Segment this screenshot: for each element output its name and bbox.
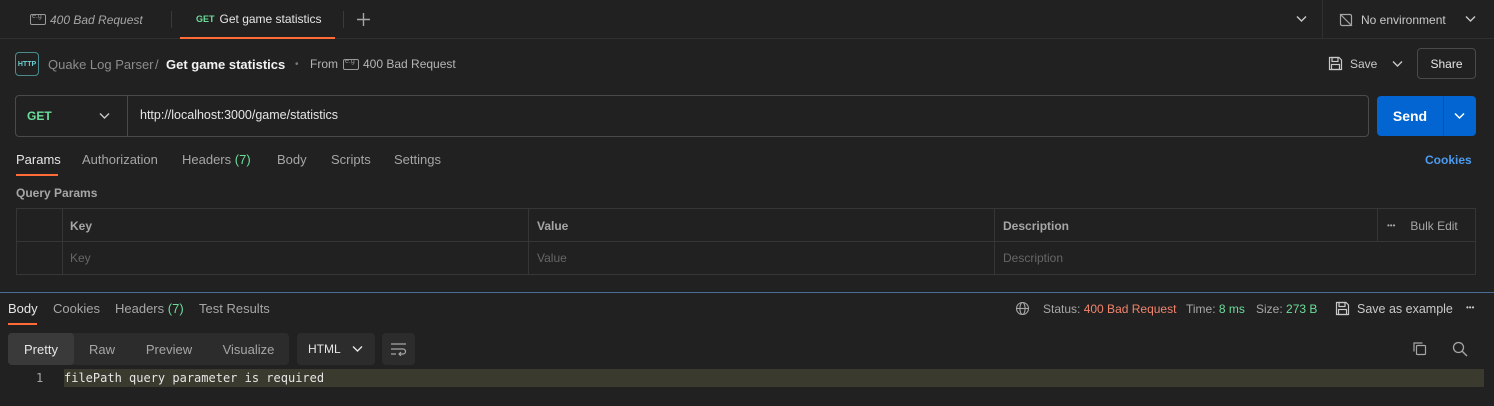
- save-icon: [1328, 56, 1343, 71]
- save-options-chevron-icon[interactable]: [1392, 60, 1403, 68]
- view-mode-preview[interactable]: Preview: [130, 333, 208, 365]
- tab-get-game-statistics[interactable]: GET Get game statistics: [180, 0, 335, 39]
- new-tab-plus-icon[interactable]: [356, 12, 371, 27]
- url-input[interactable]: http://localhost:3000/game/statistics: [140, 108, 338, 122]
- method-label: GET: [27, 109, 52, 123]
- environment-label: No environment: [1361, 12, 1446, 27]
- response-divider[interactable]: [0, 292, 1494, 293]
- url-bar: GET http://localhost:3000/game/statistic…: [15, 95, 1369, 137]
- column-header-description: Description: [1003, 218, 1070, 233]
- save-as-example-label: Save as example: [1357, 301, 1453, 316]
- size-label: Size:: [1256, 302, 1283, 316]
- response-more-options-icon[interactable]: •••: [1466, 303, 1474, 312]
- send-options-chevron-icon[interactable]: [1454, 112, 1465, 120]
- response-status[interactable]: Status: 400 Bad Request: [1043, 302, 1176, 316]
- active-tab-indicator: [16, 174, 58, 176]
- tab-params[interactable]: Params: [16, 152, 61, 167]
- chevron-down-icon: [99, 112, 110, 120]
- query-params-title: Query Params: [16, 186, 98, 200]
- example-icon: [343, 58, 359, 70]
- tab-headers[interactable]: Headers (7): [182, 152, 251, 167]
- save-label: Save: [1350, 56, 1378, 71]
- tabs-dropdown-chevron-icon[interactable]: [1296, 15, 1307, 23]
- tab-settings[interactable]: Settings: [394, 152, 441, 167]
- response-tab-cookies[interactable]: Cookies: [53, 301, 100, 316]
- response-time[interactable]: Time: 8 ms: [1186, 302, 1245, 316]
- more-options-icon[interactable]: •••: [1387, 221, 1395, 230]
- wrap-lines-icon: [390, 342, 407, 356]
- line-number: 1: [36, 371, 44, 385]
- search-icon[interactable]: [1452, 341, 1468, 357]
- time-value: 8 ms: [1218, 302, 1245, 316]
- view-mode-pretty[interactable]: Pretty: [8, 333, 74, 365]
- column-header-key: Key: [70, 218, 93, 233]
- tab-authorization[interactable]: Authorization: [82, 152, 158, 167]
- chevron-down-icon: [352, 345, 363, 353]
- example-icon: [30, 13, 46, 25]
- time-label: Time:: [1186, 302, 1216, 316]
- tab-body[interactable]: Body: [277, 152, 307, 167]
- wrap-lines-button[interactable]: [382, 333, 415, 365]
- method-select[interactable]: GET: [16, 96, 128, 136]
- http-request-icon: HTTP: [15, 52, 39, 76]
- chevron-down-icon: [1465, 15, 1476, 23]
- row-divider: [17, 241, 1475, 242]
- send-divider: [1443, 96, 1444, 136]
- response-headers-count: (7): [167, 301, 184, 316]
- tab-divider: [343, 11, 344, 28]
- tab-method: GET: [196, 13, 215, 24]
- breadcrumb-dot: •: [295, 58, 299, 70]
- tab-label: Get game statistics: [219, 11, 322, 26]
- size-value: 273 B: [1286, 302, 1318, 316]
- send-button-group: Send: [1377, 96, 1476, 136]
- response-body-text[interactable]: filePath query parameter is required: [64, 371, 324, 385]
- active-tab-indicator: [8, 323, 37, 325]
- key-input[interactable]: Key: [70, 241, 91, 274]
- bulk-edit-group: ••• Bulk Edit: [1387, 209, 1458, 242]
- globe-icon[interactable]: [1015, 301, 1030, 316]
- view-mode-visualize[interactable]: Visualize: [208, 333, 289, 365]
- status-label: Status:: [1043, 302, 1081, 316]
- tab-headers-count: (7): [234, 152, 251, 167]
- status-value: 400 Bad Request: [1083, 302, 1177, 316]
- format-select[interactable]: HTML: [297, 333, 375, 365]
- value-input[interactable]: Value: [537, 241, 567, 274]
- tab-headers-label: Headers: [182, 152, 232, 167]
- save-icon: [1335, 301, 1350, 316]
- cookies-link[interactable]: Cookies: [1425, 153, 1472, 167]
- tab-scripts[interactable]: Scripts: [331, 152, 371, 167]
- column-divider: [1377, 209, 1378, 241]
- save-button[interactable]: Save: [1328, 55, 1377, 72]
- tab-divider: [171, 11, 172, 28]
- send-button[interactable]: Send: [1377, 96, 1443, 136]
- tab-400-bad-request[interactable]: 400 Bad Request: [30, 0, 143, 39]
- from-example-link[interactable]: 400 Bad Request: [363, 57, 456, 71]
- breadcrumb-collection[interactable]: Quake Log Parser: [48, 56, 154, 72]
- view-mode-raw[interactable]: Raw: [74, 333, 130, 365]
- response-tab-test-results[interactable]: Test Results: [199, 301, 270, 316]
- response-tab-body[interactable]: Body: [8, 301, 38, 316]
- view-mode-selector: Pretty Raw Preview Visualize: [8, 333, 289, 365]
- query-params-table: Key Value Description ••• Bulk Edit Key …: [16, 208, 1476, 275]
- breadcrumb-separator: /: [155, 56, 159, 72]
- tab-label: 400 Bad Request: [50, 12, 143, 27]
- environment-selector[interactable]: No environment: [1322, 0, 1494, 39]
- copy-icon[interactable]: [1412, 341, 1427, 356]
- response-size[interactable]: Size: 273 B: [1256, 302, 1317, 316]
- format-label: HTML: [308, 342, 341, 356]
- response-tab-headers[interactable]: Headers (7): [115, 301, 184, 316]
- column-header-value: Value: [537, 218, 569, 233]
- no-environment-icon: [1339, 13, 1353, 27]
- response-tab-headers-label: Headers: [115, 301, 165, 316]
- save-as-example-button[interactable]: Save as example: [1335, 301, 1453, 316]
- page-title[interactable]: Get game statistics: [166, 56, 285, 72]
- request-tab-bar: 400 Bad Request GET Get game statistics …: [0, 0, 1494, 39]
- from-label: From 400 Bad Request: [310, 56, 456, 72]
- share-button[interactable]: Share: [1417, 48, 1476, 79]
- bulk-edit-button[interactable]: Bulk Edit: [1410, 219, 1457, 233]
- description-input[interactable]: Description: [1003, 241, 1063, 274]
